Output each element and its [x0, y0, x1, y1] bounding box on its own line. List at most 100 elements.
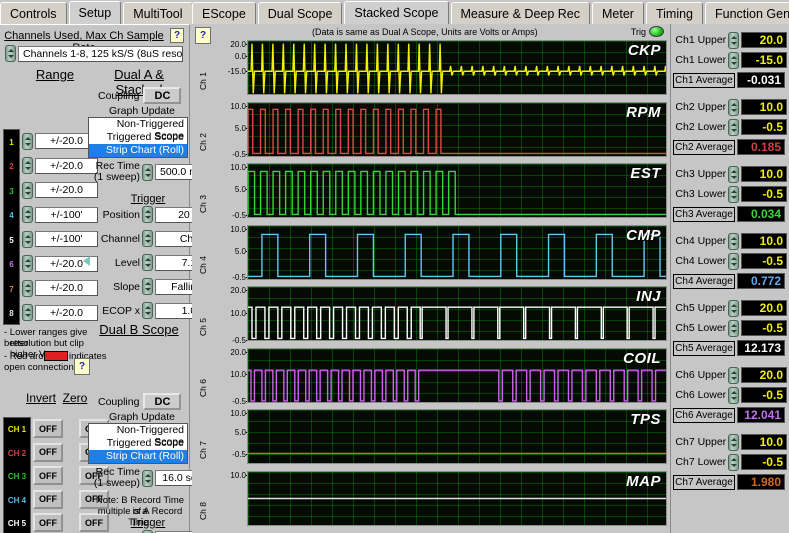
value-row: Ch6 Average12.041	[673, 405, 787, 425]
b-rec-time-spinner[interactable]	[142, 470, 153, 487]
b-update-mode-option[interactable]: Non-Triggered Scope	[89, 424, 187, 437]
range-value-ch7[interactable]: +/-20.0	[35, 280, 98, 296]
trigger-slope-spinner[interactable]	[142, 278, 153, 295]
range-spinner-ch2[interactable]	[22, 157, 33, 174]
plot-cmp[interactable]: CMP	[247, 225, 667, 280]
value-row: Ch1 Lower-15.0	[673, 50, 787, 70]
tab-controls[interactable]: Controls	[0, 2, 67, 24]
tab-stacked-scope[interactable]: Stacked Scope	[344, 1, 448, 24]
b-graph-update-mode-list[interactable]: Non-Triggered ScopeTriggered ScopeStrip …	[88, 423, 188, 464]
ch5-upper-spinner[interactable]	[728, 300, 739, 317]
update-mode-option[interactable]: Triggered Scope	[89, 131, 187, 144]
tab-multitool[interactable]: MultiTool	[123, 2, 192, 24]
invert-toggle-ch3[interactable]: OFF	[33, 466, 63, 485]
plot-rpm[interactable]: RPM	[247, 102, 667, 157]
range-value-ch4[interactable]: +/-100'	[35, 207, 98, 223]
plot-est[interactable]: EST	[247, 163, 667, 218]
ch3-upper-spinner[interactable]	[728, 166, 739, 183]
ch4-lower-spinner[interactable]	[728, 253, 739, 270]
b-update-mode-option[interactable]: Strip Chart (Roll)	[89, 450, 187, 463]
help-icon-sample-rate[interactable]: ?	[170, 28, 184, 43]
sample-rate-spinner[interactable]	[5, 45, 16, 62]
invert-toggle-ch5[interactable]: OFF	[33, 513, 63, 532]
axis-tick-label: -0.5	[232, 150, 246, 159]
ch3-lower-spinner[interactable]	[728, 186, 739, 203]
plot-ckp[interactable]: CKP	[247, 40, 667, 95]
ch7-upper-value[interactable]: 10.0	[741, 434, 787, 450]
range-value-ch3[interactable]: +/-20.0	[35, 182, 98, 198]
axis-tick-label: 10.0	[230, 102, 246, 111]
ch7-lower-spinner[interactable]	[728, 454, 739, 471]
tab-timing[interactable]: Timing	[646, 2, 703, 24]
plot-coil[interactable]: COIL	[247, 348, 667, 403]
b-coupling-button[interactable]: DC	[143, 393, 181, 410]
ch2-average-label[interactable]: Ch2 Average	[673, 140, 735, 155]
ch6-upper-spinner[interactable]	[728, 367, 739, 384]
range-spinner-ch5[interactable]	[22, 231, 33, 248]
ch6-average-label[interactable]: Ch6 Average	[673, 408, 735, 423]
ch1-upper-value[interactable]: 20.0	[741, 32, 787, 48]
ch4-upper-value[interactable]: 10.0	[741, 233, 787, 249]
ch4-upper-label: Ch4 Upper	[673, 235, 726, 247]
update-mode-option[interactable]: Non-Triggered Scope	[89, 118, 187, 131]
ch2-upper-spinner[interactable]	[728, 99, 739, 116]
ch6-lower-spinner[interactable]	[728, 387, 739, 404]
trigger-channel-spinner[interactable]	[142, 230, 153, 247]
sample-rate-value[interactable]: Channels 1-8, 125 kS/S (8uS resolution)	[18, 46, 183, 62]
ch4-average-label[interactable]: Ch4 Average	[673, 274, 735, 289]
tab-escope[interactable]: EScope	[192, 2, 256, 24]
b-update-mode-option[interactable]: Triggered Scope	[89, 437, 187, 450]
ch3-upper-value[interactable]: 10.0	[741, 166, 787, 182]
invert-toggle-ch2[interactable]: OFF	[33, 443, 63, 462]
ch6-upper-value[interactable]: 20.0	[741, 367, 787, 383]
tab-setup[interactable]: Setup	[69, 1, 122, 24]
plot-inj[interactable]: INJ	[247, 286, 667, 341]
update-mode-option[interactable]: Strip Chart (Roll)	[89, 144, 187, 157]
ch5-lower-spinner[interactable]	[728, 320, 739, 337]
ch1-lower-value[interactable]: -15.0	[741, 52, 787, 68]
ch1-average-label[interactable]: Ch1 Average	[673, 73, 735, 88]
range-spinner-ch8[interactable]	[22, 304, 33, 321]
axis-tick-label: -0.5	[232, 273, 246, 282]
ch5-lower-value[interactable]: -0.5	[741, 320, 787, 336]
tab-meter[interactable]: Meter	[592, 2, 644, 24]
invert-toggle-ch4[interactable]: OFF	[33, 490, 63, 509]
ch3-lower-value[interactable]: -0.5	[741, 186, 787, 202]
ch5-average-label[interactable]: Ch5 Average	[673, 341, 735, 356]
graph-update-mode-list[interactable]: Non-Triggered ScopeTriggered ScopeStrip …	[88, 117, 188, 158]
ch1-upper-spinner[interactable]	[728, 32, 739, 49]
ecop-spinner[interactable]	[142, 302, 153, 319]
plot-map[interactable]: MAP	[247, 471, 667, 526]
rec-time-spinner[interactable]	[142, 164, 153, 181]
range-note-line4: open connection.	[4, 362, 76, 373]
trigger-level-spinner[interactable]	[142, 254, 153, 271]
coupling-button[interactable]: DC	[143, 87, 181, 104]
range-spinner-ch4[interactable]	[22, 206, 33, 223]
ch1-lower-spinner[interactable]	[728, 52, 739, 69]
range-spinner-ch7[interactable]	[22, 280, 33, 297]
range-value-ch8[interactable]: +/-20.0	[35, 305, 98, 321]
range-spinner-ch1[interactable]	[22, 133, 33, 150]
range-value-ch5[interactable]: +/-100'	[35, 231, 98, 247]
ch7-lower-value[interactable]: -0.5	[741, 454, 787, 470]
invert-toggle-ch1[interactable]: OFF	[33, 419, 63, 438]
plot-tps[interactable]: TPS	[247, 409, 667, 464]
range-spinner-ch3[interactable]	[22, 182, 33, 199]
range-spinner-ch6[interactable]	[22, 255, 33, 272]
tab-dual-scope[interactable]: Dual Scope	[258, 2, 343, 24]
help-icon-range[interactable]: ?	[74, 358, 90, 375]
ch3-average-label[interactable]: Ch3 Average	[673, 207, 735, 222]
ch2-lower-spinner[interactable]	[728, 119, 739, 136]
tab-measure-deep-rec[interactable]: Measure & Deep Rec	[451, 2, 591, 24]
ch5-upper-value[interactable]: 20.0	[741, 300, 787, 316]
ch6-lower-value[interactable]: -0.5	[741, 387, 787, 403]
ch7-average-label[interactable]: Ch7 Average	[673, 475, 735, 490]
ch2-upper-value[interactable]: 10.0	[741, 99, 787, 115]
position-spinner[interactable]	[142, 206, 153, 223]
tab-function-gen[interactable]: Function Gen	[705, 2, 789, 24]
ch4-lower-value[interactable]: -0.5	[741, 253, 787, 269]
signal-label-ckp: CKP	[628, 42, 661, 59]
ch4-upper-spinner[interactable]	[728, 233, 739, 250]
ch7-upper-spinner[interactable]	[728, 434, 739, 451]
ch2-lower-value[interactable]: -0.5	[741, 119, 787, 135]
